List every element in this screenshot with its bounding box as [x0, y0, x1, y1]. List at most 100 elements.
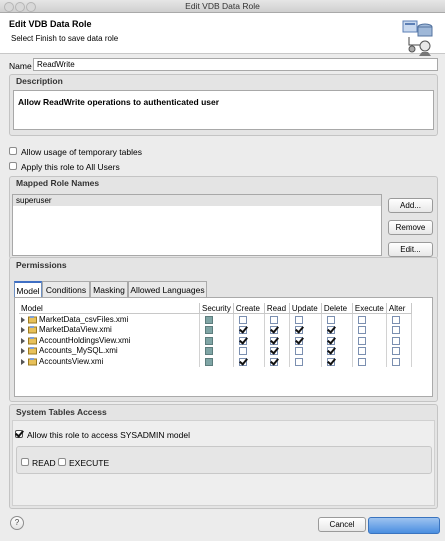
- permission-row[interactable]: AccountsView.xmi: [19, 356, 412, 367]
- col-create[interactable]: Create: [233, 303, 265, 314]
- expand-arrow-icon[interactable]: [21, 316, 25, 323]
- model-cell[interactable]: AccountHoldingsView.xmi: [19, 335, 200, 346]
- col-delete[interactable]: Delete: [321, 303, 353, 314]
- delete-checkbox[interactable]: [326, 315, 335, 324]
- model-cell[interactable]: Accounts_MySQL.xmi: [19, 345, 200, 356]
- col-update[interactable]: Update: [289, 303, 322, 314]
- close-window-button[interactable]: [4, 2, 14, 12]
- mapped-roles-list[interactable]: superuser: [12, 194, 382, 256]
- permission-cell-security: [199, 356, 234, 367]
- expand-arrow-icon[interactable]: [21, 358, 25, 365]
- execute-checkbox[interactable]: [357, 315, 366, 324]
- alter-checkbox[interactable]: [391, 326, 400, 335]
- permission-row[interactable]: AccountHoldingsView.xmi: [19, 335, 412, 346]
- sysadmin-access-checkbox[interactable]: [15, 430, 23, 438]
- all-users-label: Apply this role to All Users: [21, 162, 120, 172]
- zoom-window-button[interactable]: [26, 2, 36, 12]
- read-checkbox[interactable]: [269, 357, 278, 366]
- create-checkbox[interactable]: [238, 357, 247, 366]
- tab-allowed-languages[interactable]: Allowed Languages: [128, 281, 207, 297]
- all-users-checkbox[interactable]: [9, 162, 17, 170]
- read-checkbox[interactable]: [269, 336, 278, 345]
- alter-checkbox[interactable]: [391, 315, 400, 324]
- expand-arrow-icon[interactable]: [21, 348, 25, 355]
- model-file-icon: [28, 357, 37, 366]
- permission-cell-execute: [352, 313, 387, 325]
- permission-row[interactable]: MarketDataView.xmi: [19, 324, 412, 335]
- security-checkbox[interactable]: [205, 357, 213, 366]
- update-checkbox[interactable]: [294, 357, 303, 366]
- remove-role-button[interactable]: Remove: [388, 220, 433, 235]
- create-checkbox[interactable]: [238, 326, 247, 335]
- alter-checkbox[interactable]: [391, 336, 400, 345]
- execute-checkbox[interactable]: [357, 336, 366, 345]
- tab-conditions[interactable]: Conditions: [42, 281, 90, 297]
- cancel-button[interactable]: Cancel: [318, 517, 366, 532]
- expand-arrow-icon[interactable]: [21, 327, 25, 334]
- security-checkbox[interactable]: [205, 347, 213, 356]
- create-checkbox[interactable]: [238, 347, 247, 356]
- security-checkbox[interactable]: [205, 326, 213, 335]
- read-checkbox[interactable]: [269, 315, 278, 324]
- permission-cell-execute: [352, 324, 387, 335]
- delete-checkbox[interactable]: [326, 326, 335, 335]
- col-execute[interactable]: Execute: [352, 303, 387, 314]
- execute-checkbox[interactable]: [357, 347, 366, 356]
- alter-checkbox[interactable]: [391, 347, 400, 356]
- model-file-icon: [28, 326, 37, 334]
- execute-checkbox[interactable]: [58, 458, 66, 466]
- col-model[interactable]: Model: [19, 303, 200, 314]
- permission-cell-alter: [386, 345, 412, 356]
- add-role-button[interactable]: Add...: [388, 198, 433, 213]
- tab-masking[interactable]: Masking: [90, 281, 128, 297]
- update-checkbox[interactable]: [294, 336, 303, 345]
- security-checkbox[interactable]: [205, 315, 213, 324]
- temp-tables-checkbox[interactable]: [9, 147, 17, 155]
- security-checkbox[interactable]: [205, 336, 213, 345]
- read-checkbox[interactable]: [269, 347, 278, 356]
- col-read[interactable]: Read: [264, 303, 290, 314]
- permission-cell-delete: [321, 313, 353, 325]
- permission-row[interactable]: Accounts_MySQL.xmi: [19, 345, 412, 356]
- permission-cell-execute: [352, 356, 387, 367]
- create-checkbox[interactable]: [238, 315, 247, 324]
- execute-checkbox[interactable]: [357, 326, 366, 335]
- permission-cell-read: [264, 313, 290, 325]
- name-input[interactable]: ReadWrite: [33, 58, 438, 71]
- minimize-window-button[interactable]: [15, 2, 25, 12]
- update-checkbox[interactable]: [294, 347, 303, 356]
- description-textarea[interactable]: Allow ReadWrite operations to authentica…: [13, 90, 434, 130]
- expand-arrow-icon[interactable]: [21, 337, 25, 344]
- alter-checkbox[interactable]: [391, 357, 400, 366]
- permission-cell-read: [264, 345, 290, 356]
- permission-row[interactable]: MarketData_csvFiles.xmi: [19, 313, 412, 325]
- update-checkbox[interactable]: [294, 326, 303, 335]
- delete-checkbox[interactable]: [326, 347, 335, 356]
- delete-checkbox[interactable]: [326, 336, 335, 345]
- execute-label: EXECUTE: [69, 458, 110, 468]
- execute-checkbox[interactable]: [357, 357, 366, 366]
- permissions-heading: Permissions: [16, 260, 67, 270]
- tab-model[interactable]: Model: [14, 281, 42, 297]
- edit-role-button[interactable]: Edit...: [388, 242, 433, 257]
- model-cell[interactable]: AccountsView.xmi: [19, 356, 200, 367]
- update-checkbox[interactable]: [294, 315, 303, 324]
- permission-cell-alter: [386, 335, 412, 346]
- model-cell[interactable]: MarketData_csvFiles.xmi: [19, 313, 200, 325]
- delete-checkbox[interactable]: [326, 357, 335, 366]
- create-checkbox[interactable]: [238, 336, 247, 345]
- permissions-table: Model Security Create Read Update Delete…: [19, 303, 412, 367]
- permission-cell-delete: [321, 335, 353, 346]
- finish-button[interactable]: [368, 517, 440, 534]
- permission-cell-execute: [352, 345, 387, 356]
- col-alter[interactable]: Alter: [386, 303, 412, 314]
- dialog-subtitle: Select Finish to save data role: [11, 34, 119, 43]
- read-checkbox[interactable]: [269, 326, 278, 335]
- model-name: AccountsView.xmi: [39, 356, 104, 366]
- permission-cell-security: [199, 313, 234, 325]
- model-cell[interactable]: MarketDataView.xmi: [19, 324, 200, 335]
- mapped-role-item[interactable]: superuser: [13, 195, 381, 206]
- read-checkbox[interactable]: [21, 458, 29, 466]
- col-security[interactable]: Security: [199, 303, 234, 314]
- help-button[interactable]: ?: [10, 516, 24, 530]
